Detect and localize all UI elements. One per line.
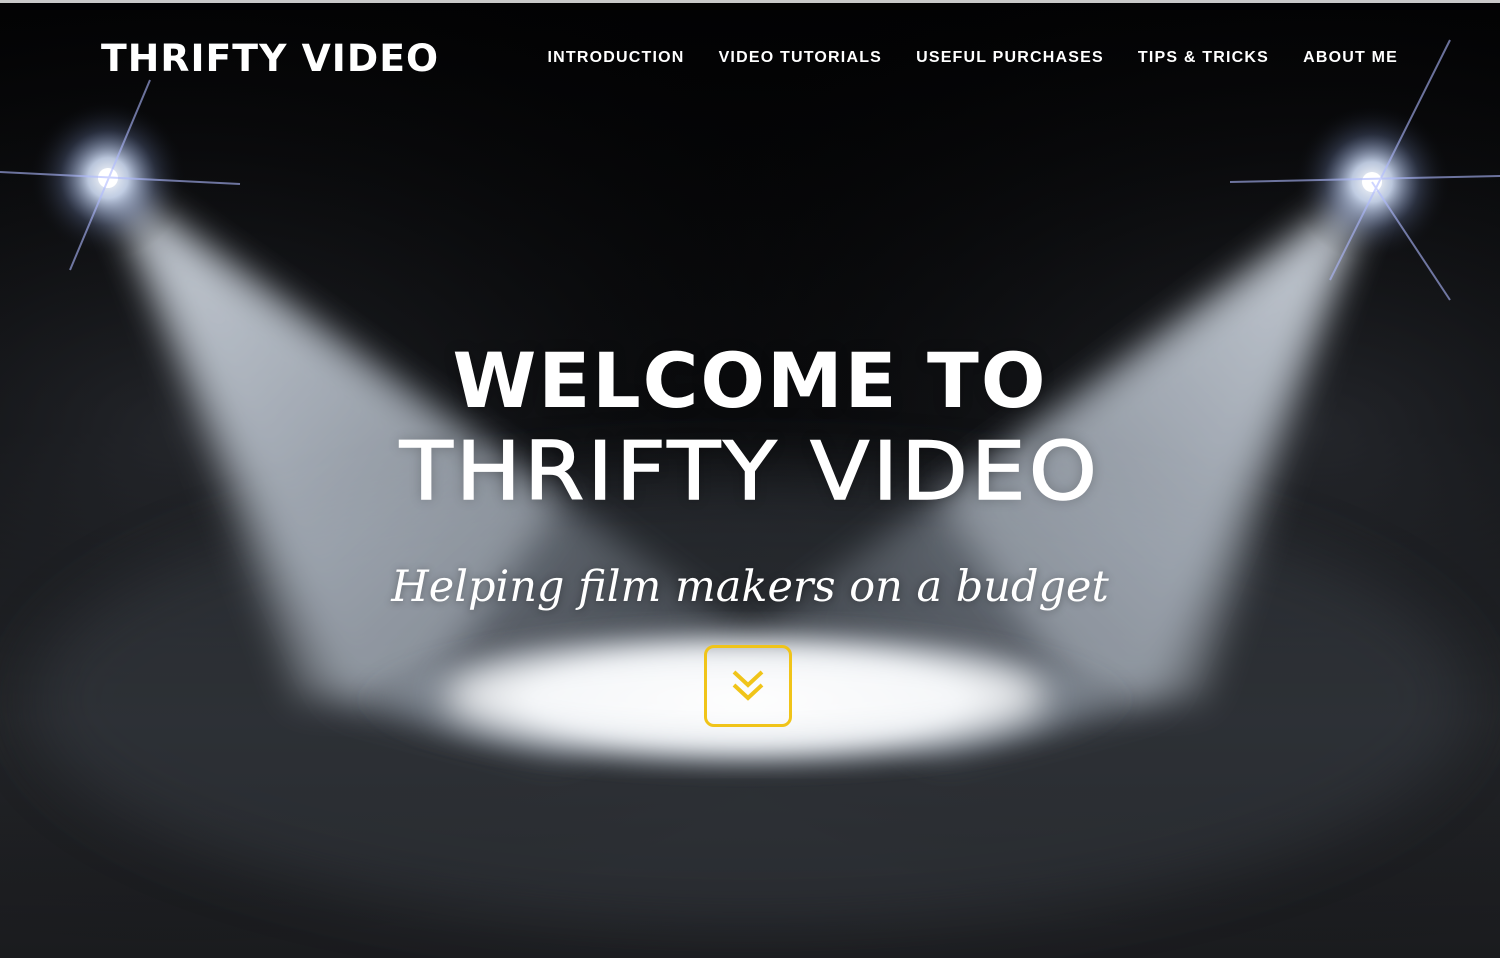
navbar: THRIFTY VIDEO INTRODUCTION VIDEO TUTORIA…: [0, 3, 1500, 113]
site-logo[interactable]: THRIFTY VIDEO: [101, 37, 439, 80]
nav-link-introduction[interactable]: INTRODUCTION: [548, 49, 685, 67]
double-chevron-down-icon: [732, 670, 764, 701]
hero-title: WELCOME TO THRIFTY VIDEO: [0, 336, 1500, 518]
nav-link-useful-purchases[interactable]: USEFUL PURCHASES: [916, 49, 1104, 67]
scroll-down-button[interactable]: [704, 645, 792, 727]
hero-title-line1: WELCOME TO: [452, 336, 1048, 425]
nav-link-about-me[interactable]: ABOUT ME: [1303, 49, 1398, 67]
hero-subtitle: Helping film makers on a budget: [391, 562, 1109, 612]
nav-link-tips-tricks[interactable]: TIPS & TRICKS: [1138, 49, 1269, 67]
main-nav: INTRODUCTION VIDEO TUTORIALS USEFUL PURC…: [548, 49, 1399, 67]
hero-title-line2: THRIFTY VIDEO: [399, 425, 1101, 518]
nav-link-video-tutorials[interactable]: VIDEO TUTORIALS: [719, 49, 883, 67]
page: THRIFTY VIDEO INTRODUCTION VIDEO TUTORIA…: [0, 0, 1500, 958]
